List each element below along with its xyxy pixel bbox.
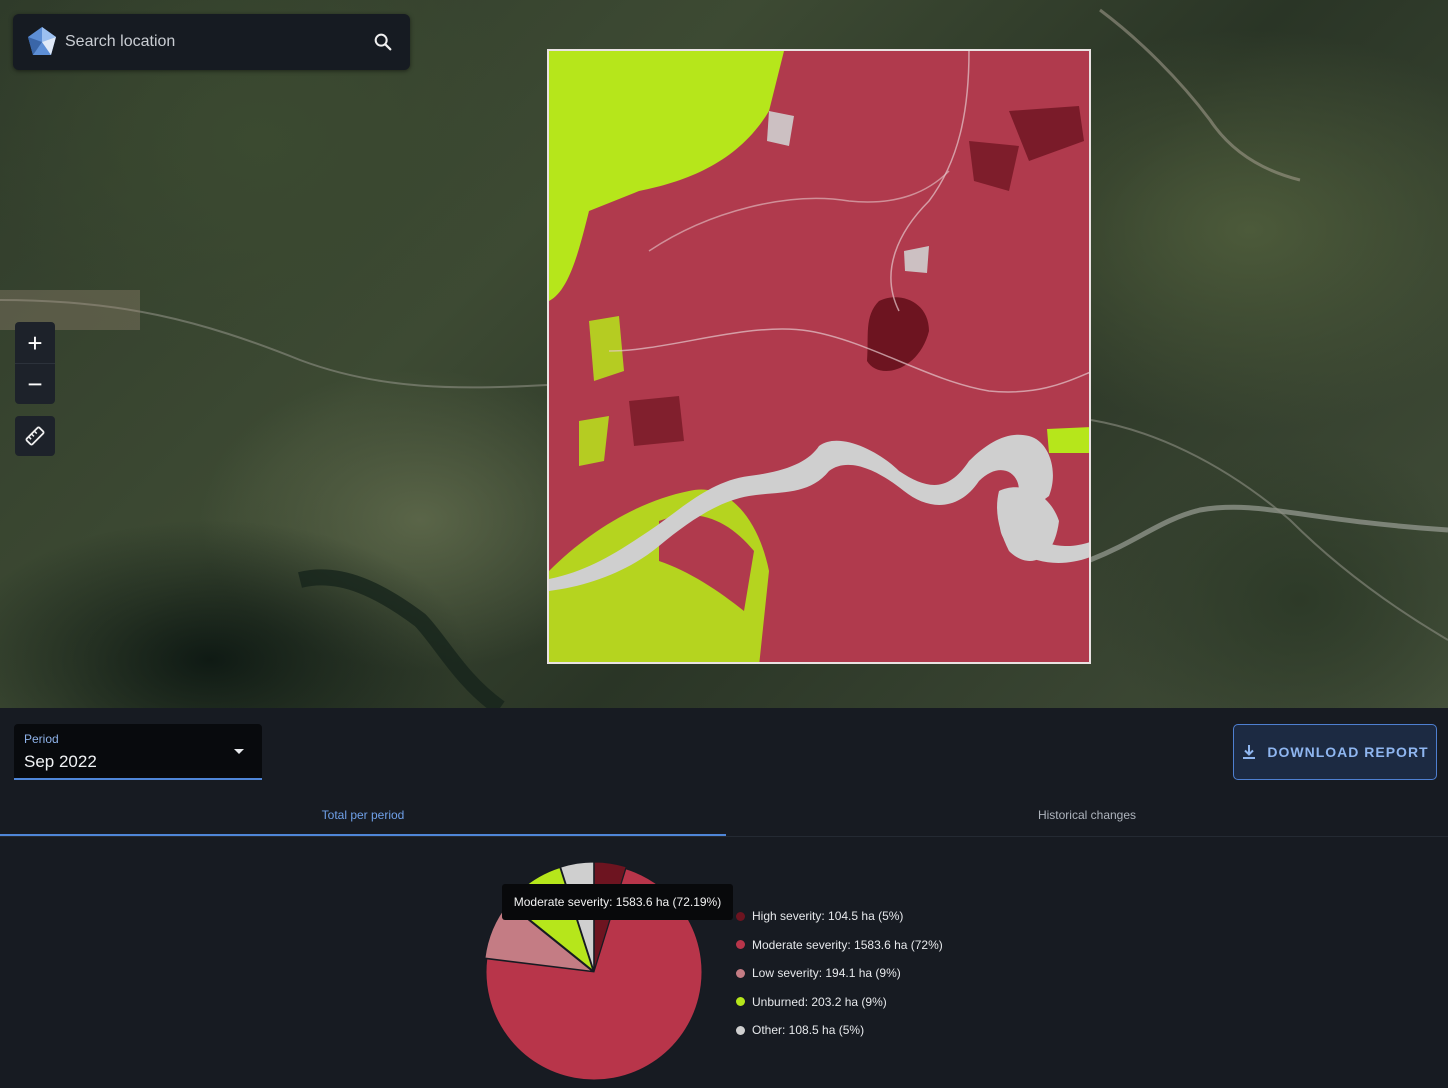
zoom-controls: + −	[15, 322, 55, 404]
app-logo-icon	[28, 27, 56, 55]
legend-label: Moderate severity: 1583.6 ha (72%)	[752, 937, 943, 952]
legend-label: High severity: 104.5 ha (5%)	[752, 909, 904, 923]
legend-dot	[736, 1025, 745, 1035]
search-input[interactable]: Search location	[65, 33, 372, 51]
tab-historical-changes[interactable]: Historical changes	[726, 796, 1448, 834]
zoom-in-button[interactable]: +	[15, 323, 55, 363]
legend-dot	[736, 940, 745, 949]
tab-total-per-period[interactable]: Total per period	[0, 796, 726, 836]
legend-item-other[interactable]: Other: 108.5 ha (5%)	[736, 1020, 943, 1040]
download-report-button[interactable]: DOWNLOAD REPORT	[1233, 724, 1437, 780]
download-report-label: DOWNLOAD REPORT	[1267, 744, 1429, 760]
search-icon[interactable]	[372, 31, 394, 53]
satellite-map[interactable]: Search location + −	[0, 0, 1448, 708]
dropdown-arrow-icon	[234, 749, 244, 754]
chart-legend: High severity: 104.5 ha (5%) Moderate se…	[736, 906, 943, 1049]
period-value: Sep 2022	[24, 752, 97, 771]
legend-label: Other: 108.5 ha (5%)	[752, 1023, 865, 1037]
tab-bar: Total per period Historical changes	[0, 796, 1448, 837]
legend-item-moderate-severity[interactable]: Moderate severity: 1583.6 ha (72%)	[736, 935, 943, 955]
measure-tool-button[interactable]	[15, 416, 55, 456]
legend-dot	[736, 968, 745, 978]
legend-label: Low severity: 194.1 ha (9%)	[752, 966, 901, 980]
legend-dot	[736, 997, 745, 1006]
legend-item-low-severity[interactable]: Low severity: 194.1 ha (9%)	[736, 963, 943, 983]
search-bar[interactable]: Search location	[13, 14, 410, 70]
zoom-out-button[interactable]: −	[15, 362, 55, 404]
chart-tooltip: Moderate severity: 1583.6 ha (72.19%)	[502, 884, 733, 920]
period-label: Period	[24, 732, 59, 746]
ruler-icon	[25, 426, 45, 446]
period-select[interactable]: Period Sep 2022	[14, 724, 262, 780]
legend-item-unburned[interactable]: Unburned: 203.2 ha (9%)	[736, 992, 943, 1012]
download-icon	[1243, 745, 1256, 759]
legend-dot	[736, 911, 745, 921]
legend-label: Unburned: 203.2 ha (9%)	[752, 994, 887, 1009]
legend-item-high-severity[interactable]: High severity: 104.5 ha (5%)	[736, 906, 943, 926]
burn-severity-overlay	[547, 49, 1091, 664]
